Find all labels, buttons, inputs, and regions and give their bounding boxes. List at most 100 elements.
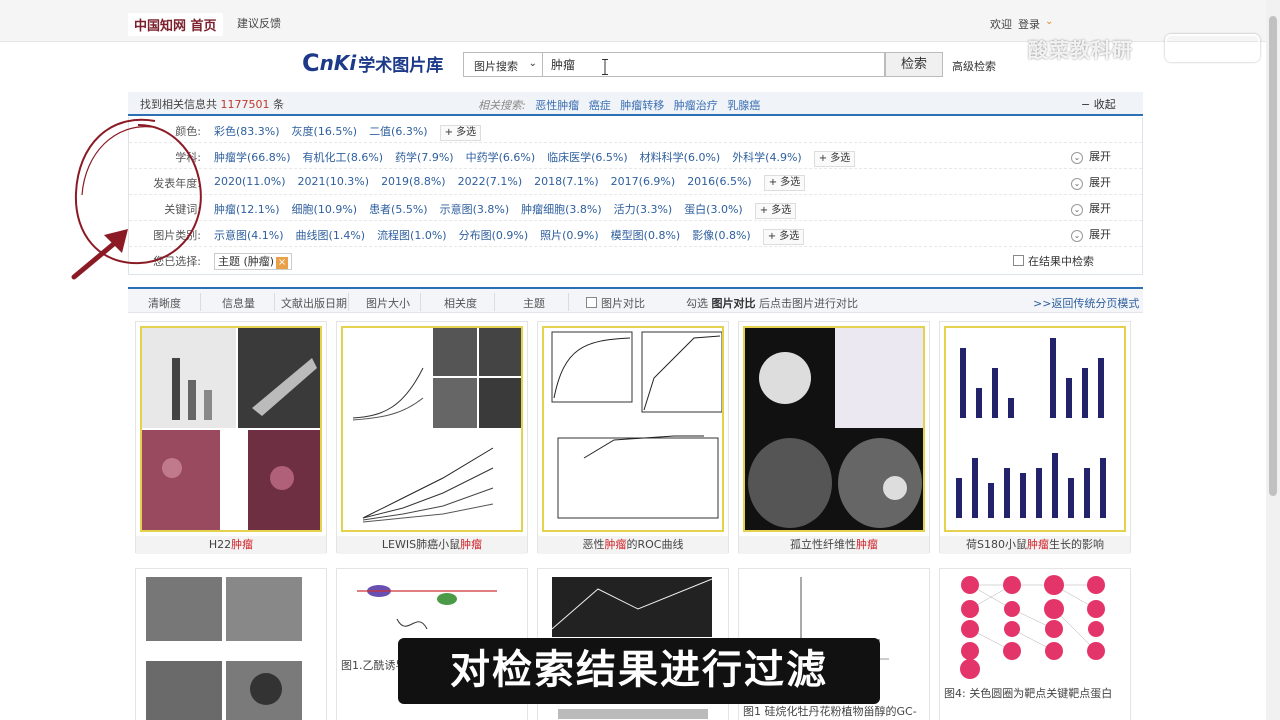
related-search-link[interactable]: 乳腺癌 — [727, 99, 760, 112]
result-thumbnail[interactable] — [542, 326, 724, 532]
card-caption[interactable]: LEWIS肺癌小鼠肿瘤 — [337, 536, 527, 554]
card-caption[interactable]: 图1.乙酰诱导 — [341, 657, 407, 673]
result-thumbnail[interactable] — [944, 326, 1126, 532]
feedback-link[interactable]: 建议反馈 — [237, 15, 281, 31]
filter-row: 发表年度: 2020(11.0%) 2021(10.3%) 2019(8.8%) 202… — [129, 169, 1142, 195]
filter-option[interactable]: 2019(8.8%) — [381, 175, 446, 188]
search-within-checkbox[interactable]: 在结果中检索 — [1013, 253, 1094, 269]
multi-select-button[interactable]: + 多选 — [754, 203, 797, 219]
sort-publish-date[interactable]: 文献出版日期 — [281, 295, 347, 311]
selected-chip[interactable]: 主题 (肿瘤) × — [214, 253, 293, 270]
filter-option[interactable]: 2016(6.5%) — [687, 175, 752, 188]
logo-letter-c: C — [302, 49, 320, 77]
image-result-card[interactable]: 孤立性纤维性肿瘤 — [738, 321, 930, 554]
image-result-card[interactable]: 恶性肿瘤的ROC曲线 — [537, 321, 729, 554]
multi-select-button[interactable]: + 多选 — [813, 151, 856, 167]
sort-clarity[interactable]: 清晰度 — [148, 295, 181, 311]
filter-items: 示意图(4.1%) 曲线图(1.4%) 流程图(1.0%) 分布图(0.9%) 照片(0… — [214, 227, 805, 245]
collapse-filters-button[interactable]: − 收起 — [1081, 96, 1116, 112]
result-thumbnail[interactable] — [743, 326, 925, 532]
filter-label: 颜色: — [175, 125, 201, 138]
related-search-link[interactable]: 癌症 — [589, 99, 611, 112]
advanced-search-link[interactable]: 高级检索 — [952, 58, 996, 74]
cnki-home-link[interactable]: 中国知网 首页 — [128, 13, 223, 36]
result-thumbnail[interactable] — [140, 326, 322, 532]
filter-option[interactable]: 2021(10.3%) — [298, 175, 370, 188]
filter-option[interactable]: 中药学(6.6%) — [466, 151, 536, 164]
search-type-value: 图片搜索 — [474, 60, 518, 73]
chevron-down-icon[interactable]: ⌄ — [1045, 16, 1053, 27]
related-search-link[interactable]: 恶性肿瘤 — [535, 99, 579, 112]
filter-option[interactable]: 彩色(83.3%) — [214, 125, 280, 138]
channel-watermark: 酸菜教科研 — [1028, 38, 1133, 62]
filter-option[interactable]: 蛋白(3.0%) — [684, 203, 743, 216]
filter-option[interactable]: 肿瘤学(66.8%) — [214, 151, 291, 164]
expand-button[interactable]: ⌄ 展开 — [1071, 200, 1111, 216]
filter-option[interactable]: 活力(3.3%) — [614, 203, 673, 216]
multi-select-button[interactable]: + 多选 — [762, 229, 805, 245]
multi-select-button[interactable]: + 多选 — [439, 125, 482, 141]
sort-topic[interactable]: 主题 — [523, 295, 545, 311]
sort-info-amount[interactable]: 信息量 — [222, 295, 255, 311]
chevron-down-icon: ⌄ — [1071, 230, 1083, 242]
sort-bar: 清晰度 信息量 文献出版日期 图片大小 相关度 主题 图片对比 勾选 图片对比 … — [128, 287, 1143, 313]
sort-relevance[interactable]: 相关度 — [444, 295, 477, 311]
filter-option[interactable]: 材料科学(6.0%) — [640, 151, 721, 164]
search-button[interactable]: 检索 — [885, 52, 943, 77]
cnki-logo[interactable]: C nKi 学术图片库 — [302, 49, 443, 77]
card-caption[interactable]: 图4: 关色圆圈为靶点关键靶点蛋白 — [944, 685, 1112, 701]
image-result-card[interactable]: H22肿瘤 — [135, 321, 327, 554]
image-result-card[interactable]: LEWIS肺癌小鼠肿瘤 — [336, 321, 528, 554]
filter-option[interactable]: 细胞(10.9%) — [292, 203, 358, 216]
image-compare-checkbox[interactable]: 图片对比 — [586, 295, 645, 311]
filter-option[interactable]: 示意图(4.1%) — [214, 229, 284, 242]
expand-button[interactable]: ⌄ 展开 — [1071, 226, 1111, 242]
filter-option[interactable]: 曲线图(1.4%) — [296, 229, 366, 242]
filter-row: 学科: 肿瘤学(66.8%) 有机化工(8.6%) 药学(7.9%) 中药学(6.6%)… — [129, 143, 1142, 169]
filter-option[interactable]: 有机化工(8.6%) — [303, 151, 384, 164]
filter-option[interactable]: 肿瘤细胞(3.8%) — [521, 203, 602, 216]
search-type-select[interactable]: 图片搜索 ⌄ — [463, 52, 543, 77]
classic-pagination-link[interactable]: >>返回传统分页模式 — [1033, 295, 1139, 311]
filter-option[interactable]: 2017(6.9%) — [611, 175, 676, 188]
image-result-card[interactable] — [135, 568, 327, 720]
related-search-link[interactable]: 肿瘤转移 — [620, 99, 664, 112]
filter-option[interactable]: 影像(0.8%) — [692, 229, 751, 242]
filter-option[interactable]: 流程图(1.0%) — [377, 229, 447, 242]
scrollbar-thumb[interactable] — [1269, 16, 1277, 496]
related-search-link[interactable]: 肿瘤治疗 — [674, 99, 718, 112]
result-thumbnail[interactable] — [341, 326, 523, 532]
expand-button[interactable]: ⌄ 展开 — [1071, 174, 1111, 190]
checkbox-icon — [586, 297, 597, 308]
login-link[interactable]: 登录 — [1018, 16, 1040, 32]
filter-option[interactable]: 模型图(0.8%) — [611, 229, 681, 242]
filter-option[interactable]: 患者(5.5%) — [369, 203, 428, 216]
filter-option[interactable]: 灰度(16.5%) — [292, 125, 358, 138]
filter-option[interactable]: 2020(11.0%) — [214, 175, 286, 188]
filter-option[interactable]: 临床医学(6.5%) — [547, 151, 628, 164]
expand-button[interactable]: ⌄ 展开 — [1071, 148, 1111, 164]
card-caption[interactable]: 恶性肿瘤的ROC曲线 — [538, 536, 728, 554]
card-caption[interactable]: 图1 硅烷化牡丹花粉植物甾醇的GC- — [743, 703, 917, 719]
filter-option[interactable]: 2022(7.1%) — [458, 175, 523, 188]
filter-option[interactable]: 外科学(4.9%) — [732, 151, 802, 164]
card-caption[interactable]: 孤立性纤维性肿瘤 — [739, 536, 929, 554]
image-result-card[interactable]: 图4: 关色圆圈为靶点关键靶点蛋白 — [939, 568, 1131, 720]
image-result-card[interactable]: 荷S180小鼠肿瘤生长的影响 — [939, 321, 1131, 554]
filter-option[interactable]: 照片(0.9%) — [540, 229, 599, 242]
filter-label: 发表年度: — [153, 177, 201, 190]
filter-option[interactable]: 肿瘤(12.1%) — [214, 203, 280, 216]
selected-filters-row: 您已选择: 主题 (肿瘤) × 在结果中检索 — [129, 247, 1142, 273]
filter-option[interactable]: 示意图(3.8%) — [440, 203, 510, 216]
filter-option[interactable]: 分布图(0.9%) — [459, 229, 529, 242]
chevron-down-icon: ⌄ — [1071, 178, 1083, 190]
sort-image-size[interactable]: 图片大小 — [366, 295, 410, 311]
card-caption[interactable]: 荷S180小鼠肿瘤生长的影响 — [940, 536, 1130, 554]
close-icon[interactable]: × — [276, 257, 289, 269]
filter-option[interactable]: 药学(7.9%) — [395, 151, 454, 164]
card-caption[interactable]: H22肿瘤 — [136, 536, 326, 554]
filter-option[interactable]: 二值(6.3%) — [369, 125, 428, 138]
multi-select-button[interactable]: + 多选 — [763, 175, 806, 191]
search-input[interactable] — [543, 52, 885, 77]
filter-option[interactable]: 2018(7.1%) — [534, 175, 599, 188]
